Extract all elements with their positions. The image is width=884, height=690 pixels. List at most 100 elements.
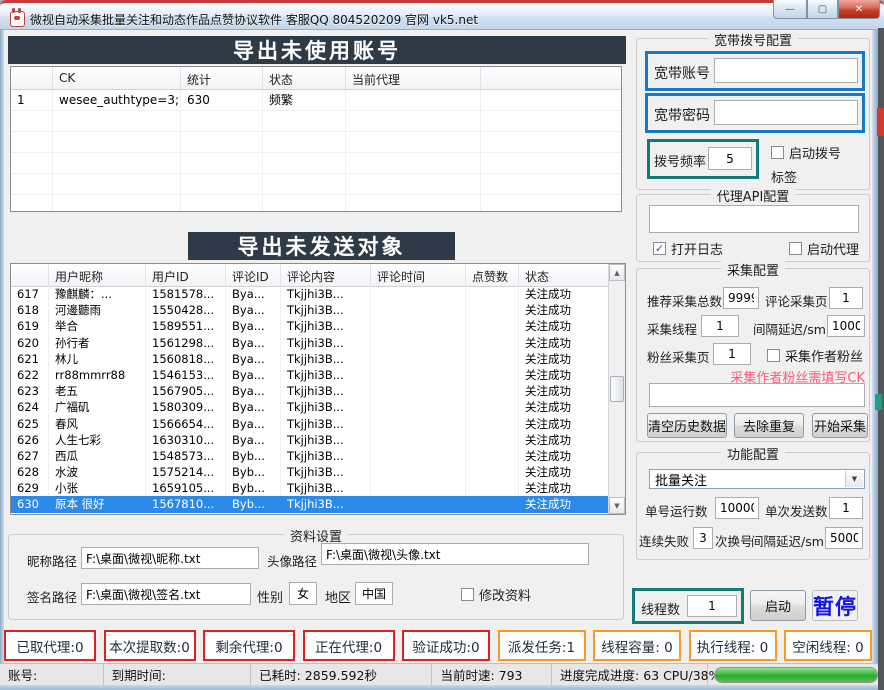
cell-likes bbox=[466, 513, 519, 514]
table-row[interactable]: 631 回味 1581... Byb... Tkjjhi3B... 关注成功 bbox=[11, 513, 609, 514]
start-button[interactable]: 启动 bbox=[750, 590, 806, 621]
cell-status: 关注成功 bbox=[519, 448, 609, 464]
col-header-comment[interactable]: 评论内容 bbox=[281, 264, 371, 286]
cell-userid: 1567905... bbox=[146, 383, 226, 399]
thread-count-label: 线程数 bbox=[641, 599, 680, 618]
table-row[interactable]: 617 豫麒麟：... 1581578... Bya... Tkjjhi3B..… bbox=[11, 286, 609, 302]
table-row[interactable]: 623 老五 1567905... Bya... Tkjjhi3B... 关注成… bbox=[11, 383, 609, 399]
col-header-count[interactable]: 统计 bbox=[181, 67, 263, 89]
gender-field[interactable] bbox=[289, 582, 317, 605]
cell-userid: 1589551... bbox=[146, 318, 226, 334]
col-header-proxy[interactable]: 当前代理 bbox=[346, 67, 481, 89]
fans-pages-field[interactable] bbox=[713, 343, 751, 365]
cell-index: 622 bbox=[11, 367, 49, 383]
col-header-nickname[interactable]: 用户昵称 bbox=[49, 264, 146, 286]
table-row[interactable]: 626 人生七彩 1630310... Bya... Tkjjhi3B... 关… bbox=[11, 432, 609, 448]
cell-userid: 1550428... bbox=[146, 302, 226, 318]
avatar-path-field[interactable] bbox=[321, 543, 589, 565]
collect-author-fans-checkbox[interactable]: 采集作者粉丝 bbox=[767, 346, 863, 365]
interval-delay-label: 间隔延迟/sm bbox=[753, 319, 826, 338]
checkbox-box: ✓ bbox=[653, 242, 666, 255]
interval-delay2-field[interactable] bbox=[825, 527, 863, 549]
broadband-password-field[interactable] bbox=[714, 100, 858, 125]
region-field[interactable] bbox=[355, 582, 393, 605]
recommend-total-label: 推荐采集总数 bbox=[647, 291, 722, 310]
dedupe-button[interactable]: 去除重复 bbox=[734, 413, 804, 438]
close-button[interactable]: ✕ bbox=[838, 0, 880, 19]
col-header-status[interactable]: 状态 bbox=[519, 264, 609, 286]
table-row[interactable]: 619 举合 1589551... Bya... Tkjjhi3B... 关注成… bbox=[11, 318, 609, 334]
chevron-down-icon: ▼ bbox=[845, 471, 863, 487]
cell-commentid: Bya... bbox=[226, 286, 281, 302]
checkbox-box bbox=[771, 146, 784, 159]
cell-userid: 1560818... bbox=[146, 351, 226, 367]
pause-button[interactable]: 暂停 bbox=[812, 590, 858, 621]
dial-frequency-field[interactable] bbox=[708, 147, 752, 170]
collect-threads-field[interactable] bbox=[701, 315, 739, 337]
start-dial-checkbox[interactable]: 启动拨号 bbox=[771, 143, 841, 162]
col-header-index[interactable] bbox=[11, 264, 49, 286]
mode-select[interactable]: 批量关注 ▼ bbox=[649, 469, 865, 489]
table-row[interactable]: 625 春风 1566654... Bya... Tkjjhi3B... 关注成… bbox=[11, 416, 609, 432]
targets-banner: 导出未发送对象 bbox=[188, 232, 455, 260]
cell-comment: Tkjjhi3B... bbox=[281, 480, 371, 496]
scroll-down-button[interactable]: ▼ bbox=[609, 497, 625, 514]
cell-time bbox=[371, 496, 466, 512]
maximize-button[interactable]: ▢ bbox=[807, 0, 838, 19]
cell-status: 关注成功 bbox=[519, 383, 609, 399]
cell-time bbox=[371, 286, 466, 302]
thread-count-field[interactable] bbox=[687, 595, 737, 617]
cell-comment: Tkjjhi3B... bbox=[281, 513, 371, 514]
minimize-button[interactable]: — bbox=[773, 0, 807, 19]
dial-frequency-box: 拨号频率 bbox=[647, 139, 759, 179]
col-header-userid[interactable]: 用户ID bbox=[146, 264, 226, 286]
per-send-count-field[interactable] bbox=[829, 497, 863, 519]
table-row[interactable]: 630 原本 很好 1567810... Byb... Tkjjhi3B... … bbox=[11, 496, 609, 512]
col-header-index[interactable] bbox=[11, 67, 53, 89]
table-row[interactable]: 618 河邊聽雨 1550428... Bya... Tkjjhi3B... 关… bbox=[11, 302, 609, 318]
table-row[interactable]: 629 小张 1659105... Byb... Tkjjhi3B... 关注成… bbox=[11, 480, 609, 496]
col-header-likes[interactable]: 点赞数 bbox=[466, 264, 519, 286]
open-log-checkbox[interactable]: ✓ 打开日志 bbox=[653, 239, 723, 258]
cell-status: 关注成功 bbox=[519, 399, 609, 415]
scrollbar-thumb[interactable] bbox=[610, 376, 624, 402]
col-header-time[interactable]: 评论时间 bbox=[371, 264, 466, 286]
table-row[interactable]: 624 广福矶 1580309... Bya... Tkjjhi3B... 关注… bbox=[11, 399, 609, 415]
col-header-status[interactable]: 状态 bbox=[263, 67, 346, 89]
cell-commentid: Byb... bbox=[226, 513, 281, 514]
nickname-path-field[interactable] bbox=[81, 547, 259, 569]
comment-pages-field[interactable] bbox=[829, 287, 863, 309]
modify-profile-checkbox[interactable]: 修改资料 bbox=[461, 585, 531, 604]
open-log-label: 打开日志 bbox=[671, 239, 723, 258]
counter-box: 空闲线程: 0 bbox=[784, 630, 872, 661]
cell-index: 626 bbox=[11, 432, 49, 448]
start-collect-button[interactable]: 开始采集 bbox=[812, 413, 868, 438]
interval-delay-field[interactable] bbox=[827, 315, 865, 337]
start-proxy-checkbox[interactable]: 启动代理 bbox=[789, 239, 859, 258]
cell-commentid: Bya... bbox=[226, 432, 281, 448]
cell-likes bbox=[466, 480, 519, 496]
empty-row bbox=[11, 153, 621, 174]
collect-extra-input[interactable] bbox=[649, 383, 865, 407]
vertical-scrollbar[interactable]: ▲ ▼ bbox=[608, 264, 625, 514]
table-row[interactable]: 628 水波 1575214... Byb... Tkjjhi3B... 关注成… bbox=[11, 464, 609, 480]
cell-index: 631 bbox=[11, 513, 49, 514]
recommend-total-field[interactable] bbox=[723, 287, 759, 309]
col-header-commentid[interactable]: 评论ID bbox=[226, 264, 281, 286]
table-row[interactable]: 1 wesee_authtype=3; we... 630 频繁 bbox=[11, 90, 621, 111]
table-row[interactable]: 627 西瓜 1548573... Byb... Tkjjhi3B... 关注成… bbox=[11, 448, 609, 464]
proxy-api-input[interactable] bbox=[649, 205, 859, 233]
cell-commentid: Bya... bbox=[226, 367, 281, 383]
table-row[interactable]: 622 rr88mmrr88 1546153... Bya... Tkjjhi3… bbox=[11, 367, 609, 383]
signature-path-field[interactable] bbox=[81, 583, 251, 605]
per-account-runs-field[interactable] bbox=[715, 497, 759, 519]
scroll-up-button[interactable]: ▲ bbox=[609, 264, 625, 281]
cell-time bbox=[371, 399, 466, 415]
fail-count-field[interactable] bbox=[693, 527, 713, 549]
table-row[interactable]: 620 孙行者 1561298... Bya... Tkjjhi3B... 关注… bbox=[11, 335, 609, 351]
clear-history-button[interactable]: 清空历史数据 bbox=[647, 413, 727, 438]
cell-nickname: 老五 bbox=[49, 383, 146, 399]
table-row[interactable]: 621 林儿 1560818... Bya... Tkjjhi3B... 关注成… bbox=[11, 351, 609, 367]
broadband-account-field[interactable] bbox=[714, 58, 858, 83]
col-header-ck[interactable]: CK bbox=[53, 67, 181, 89]
